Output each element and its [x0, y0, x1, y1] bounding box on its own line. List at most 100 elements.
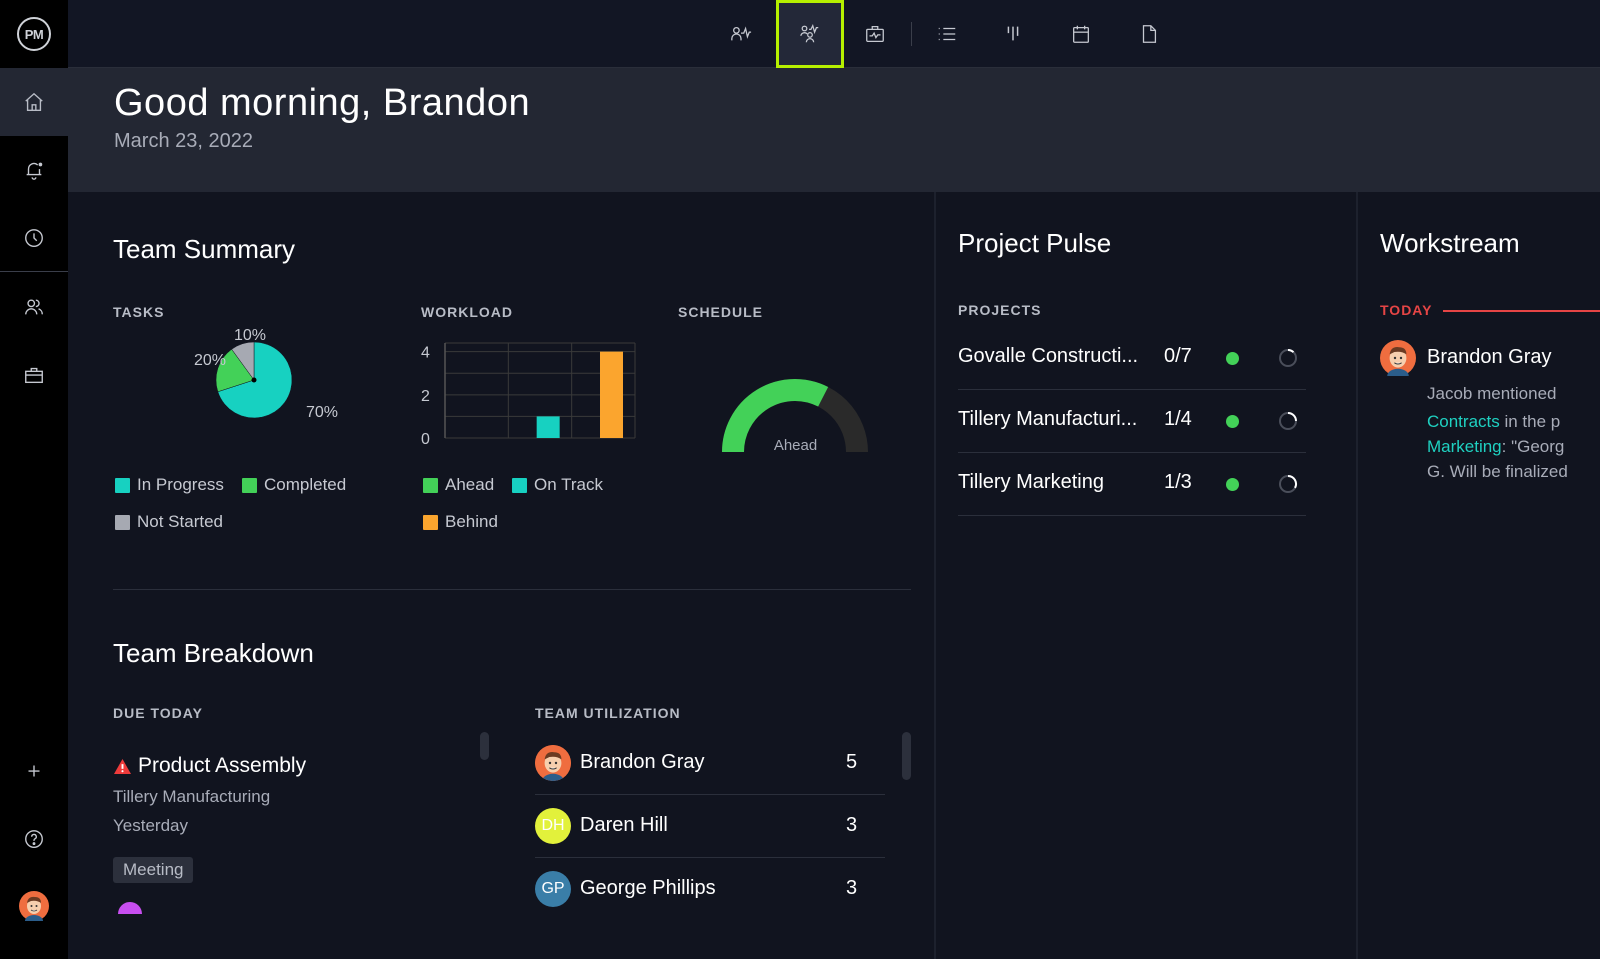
view-my-activity-button[interactable]	[708, 0, 774, 68]
project-row[interactable]: Tillery Manufacturi... 1/4	[958, 390, 1306, 453]
workstream-line: Contracts in the p	[1427, 412, 1560, 432]
next-item-avatar	[118, 902, 142, 914]
legend-not-started: Not Started	[115, 512, 223, 532]
workstream-avatar[interactable]	[1380, 340, 1416, 376]
avatar	[1380, 340, 1416, 376]
project-progress-ring	[1279, 349, 1297, 367]
due-today-label: DUE TODAY	[113, 705, 203, 721]
briefcase-icon	[25, 367, 43, 384]
project-row[interactable]: Tillery Marketing 1/3	[958, 453, 1306, 516]
project-task-count: 0/7	[1164, 345, 1192, 367]
sidebar-item-help[interactable]	[0, 805, 68, 873]
workstream-title: Workstream	[1380, 228, 1520, 258]
panel-divider	[1356, 192, 1358, 959]
sidebar-item-projects[interactable]	[0, 341, 68, 409]
bell-icon	[26, 162, 43, 180]
schedule-status: Ahead	[773, 437, 818, 454]
sidebar-item-add[interactable]	[0, 737, 68, 805]
project-progress-ring	[1279, 412, 1297, 430]
workload-bar-chart: 0 2 4	[421, 342, 636, 448]
sidebar-item-team[interactable]	[0, 273, 68, 341]
project-row[interactable]: Govalle Constructi... 0/7	[958, 327, 1306, 390]
person-pulse-icon	[731, 26, 752, 41]
tasks-pie-chart: 70% 20% 10%	[194, 327, 338, 421]
utilization-row[interactable]: GP George Phillips 3	[535, 858, 885, 921]
sidebar-item-time[interactable]	[0, 204, 68, 272]
sidebar-item-profile[interactable]	[0, 872, 68, 940]
member-count: 5	[846, 751, 858, 773]
y-tick-label: 2	[421, 388, 430, 405]
briefcase-pulse-icon	[866, 26, 884, 42]
view-portfolio-button[interactable]	[842, 0, 908, 68]
project-status-dot	[1226, 478, 1239, 491]
view-document-button[interactable]	[1116, 0, 1182, 68]
team-utilization-label: TEAM UTILIZATION	[535, 705, 681, 721]
legend-swatch	[512, 477, 527, 493]
legend-in-progress: In Progress	[115, 475, 224, 495]
legend-swatch	[423, 477, 438, 493]
utilization-scrollbar[interactable]	[902, 732, 911, 780]
legend-completed: Completed	[242, 475, 346, 495]
project-name: Tillery Marketing	[958, 471, 1104, 493]
progress-arc	[1287, 349, 1295, 353]
view-calendar-button[interactable]	[1048, 0, 1114, 68]
app: PM Good morning, Brandon March 23, 2022 …	[0, 0, 1600, 959]
bar-behind	[600, 351, 623, 438]
project-task-count: 1/4	[1164, 408, 1192, 430]
project-name: Tillery Manufacturi...	[958, 408, 1138, 430]
due-today-scrollbar[interactable]	[480, 732, 489, 760]
workstream-user[interactable]: Brandon Gray	[1427, 346, 1552, 369]
utilization-row[interactable]: Brandon Gray 5	[535, 732, 885, 795]
workstream-line: Marketing: "Georg	[1427, 437, 1564, 457]
view-list-button[interactable]	[914, 0, 980, 68]
avatar	[19, 891, 49, 921]
member-count: 3	[846, 877, 858, 899]
avatar: DH	[535, 808, 571, 844]
y-tick-label: 0	[421, 431, 430, 448]
project-status-dot	[1226, 352, 1239, 365]
workstream-line: G. Will be finalized	[1427, 462, 1568, 481]
legend-on-track: On Track	[512, 475, 603, 495]
sidebar-item-home[interactable]	[0, 68, 68, 136]
plus-icon	[28, 765, 40, 777]
users-icon	[25, 299, 43, 315]
team-breakdown-title: Team Breakdown	[113, 638, 314, 668]
panel-divider	[934, 192, 936, 959]
due-task-item[interactable]: Product Assembly Tillery Manufacturing Y…	[113, 752, 443, 892]
workstream-line: Jacob mentioned	[1427, 384, 1557, 403]
legend-label: On Track	[534, 475, 603, 494]
home-icon	[25, 92, 43, 111]
view-team-activity-button[interactable]	[776, 0, 844, 68]
progress-arc	[1287, 412, 1297, 422]
greeting-title: Good morning, Brandon	[114, 82, 531, 124]
page-header: Good morning, Brandon March 23, 2022	[68, 68, 1600, 192]
avatar: GP	[535, 871, 571, 907]
projects-label: PROJECTS	[958, 302, 1042, 318]
calendar-icon	[1073, 25, 1089, 43]
list-icon	[938, 27, 956, 41]
utilization-row[interactable]: DH Daren Hill 3	[535, 795, 885, 858]
pie-data-label: 70%	[306, 404, 338, 421]
sidebar-item-notifications[interactable]	[0, 136, 68, 204]
section-divider	[113, 589, 911, 590]
view-board-button[interactable]	[980, 0, 1046, 68]
clock-icon	[25, 229, 43, 247]
legend-ahead: Ahead	[423, 475, 494, 495]
progress-arc	[1287, 475, 1297, 489]
workload-label: WORKLOAD	[421, 304, 513, 320]
due-task-project: Tillery Manufacturing	[113, 787, 271, 806]
marketing-link[interactable]: Marketing	[1427, 437, 1502, 456]
legend-behind: Behind	[423, 512, 498, 532]
board-icon	[1007, 26, 1019, 41]
project-status-dot	[1226, 415, 1239, 428]
project-progress-ring	[1279, 475, 1297, 493]
legend-label: Completed	[264, 475, 347, 494]
toolbar-divider	[911, 22, 912, 46]
due-task-title: Product Assembly	[138, 754, 307, 777]
legend-label: Behind	[445, 512, 498, 531]
member-name: Daren Hill	[580, 814, 668, 836]
member-count: 3	[846, 814, 858, 836]
y-tick-label: 4	[421, 345, 430, 362]
logo-button[interactable]: PM	[0, 0, 68, 68]
contracts-link[interactable]: Contracts	[1427, 412, 1500, 431]
